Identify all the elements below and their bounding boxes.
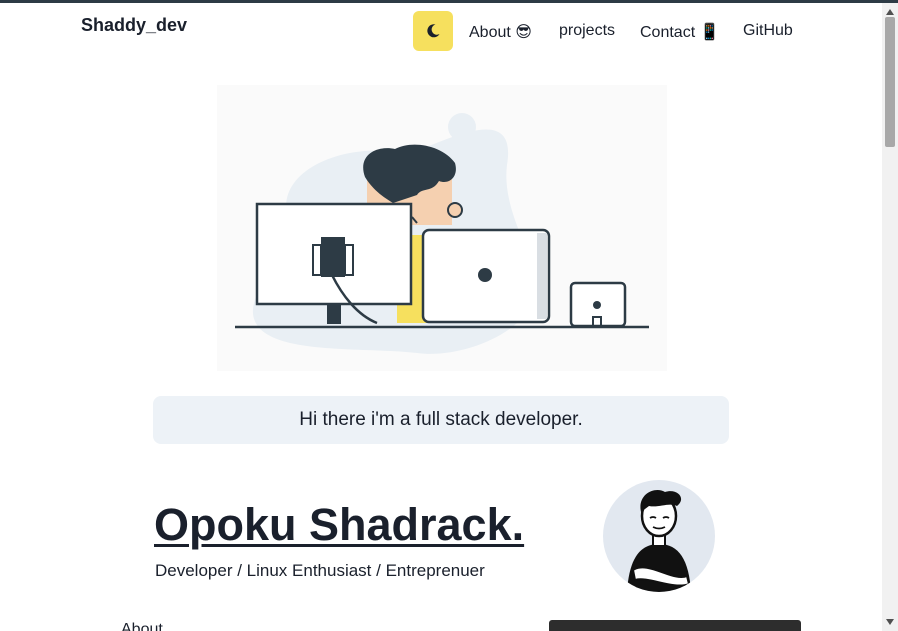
dark-card [549,620,801,631]
avatar [603,480,715,592]
theme-toggle-button[interactable] [413,11,453,51]
vertical-scrollbar[interactable] [882,3,898,631]
site-brand[interactable]: Shaddy_dev [81,15,187,36]
profile-tagline: Developer / Linux Enthusiast / Entrepren… [155,561,485,580]
nav-contact[interactable]: Contact 📱 [640,22,720,42]
scrollbar-thumb[interactable] [885,17,895,147]
nav-about[interactable]: About 😎 [469,22,532,42]
moon-icon [427,24,440,38]
about-section-title: About [121,621,163,631]
nav-github[interactable]: GitHub [743,22,793,40]
nav-projects[interactable]: projects [559,22,615,40]
scroll-down-arrow-icon[interactable] [882,615,898,629]
greeting-banner: Hi there i'm a full stack developer. [153,396,729,444]
hero-illustration [217,85,667,371]
page-content: Shaddy_dev About 😎 projects Contact 📱 Gi… [0,3,882,631]
profile-name: Opoku Shadrack. [154,499,525,550]
